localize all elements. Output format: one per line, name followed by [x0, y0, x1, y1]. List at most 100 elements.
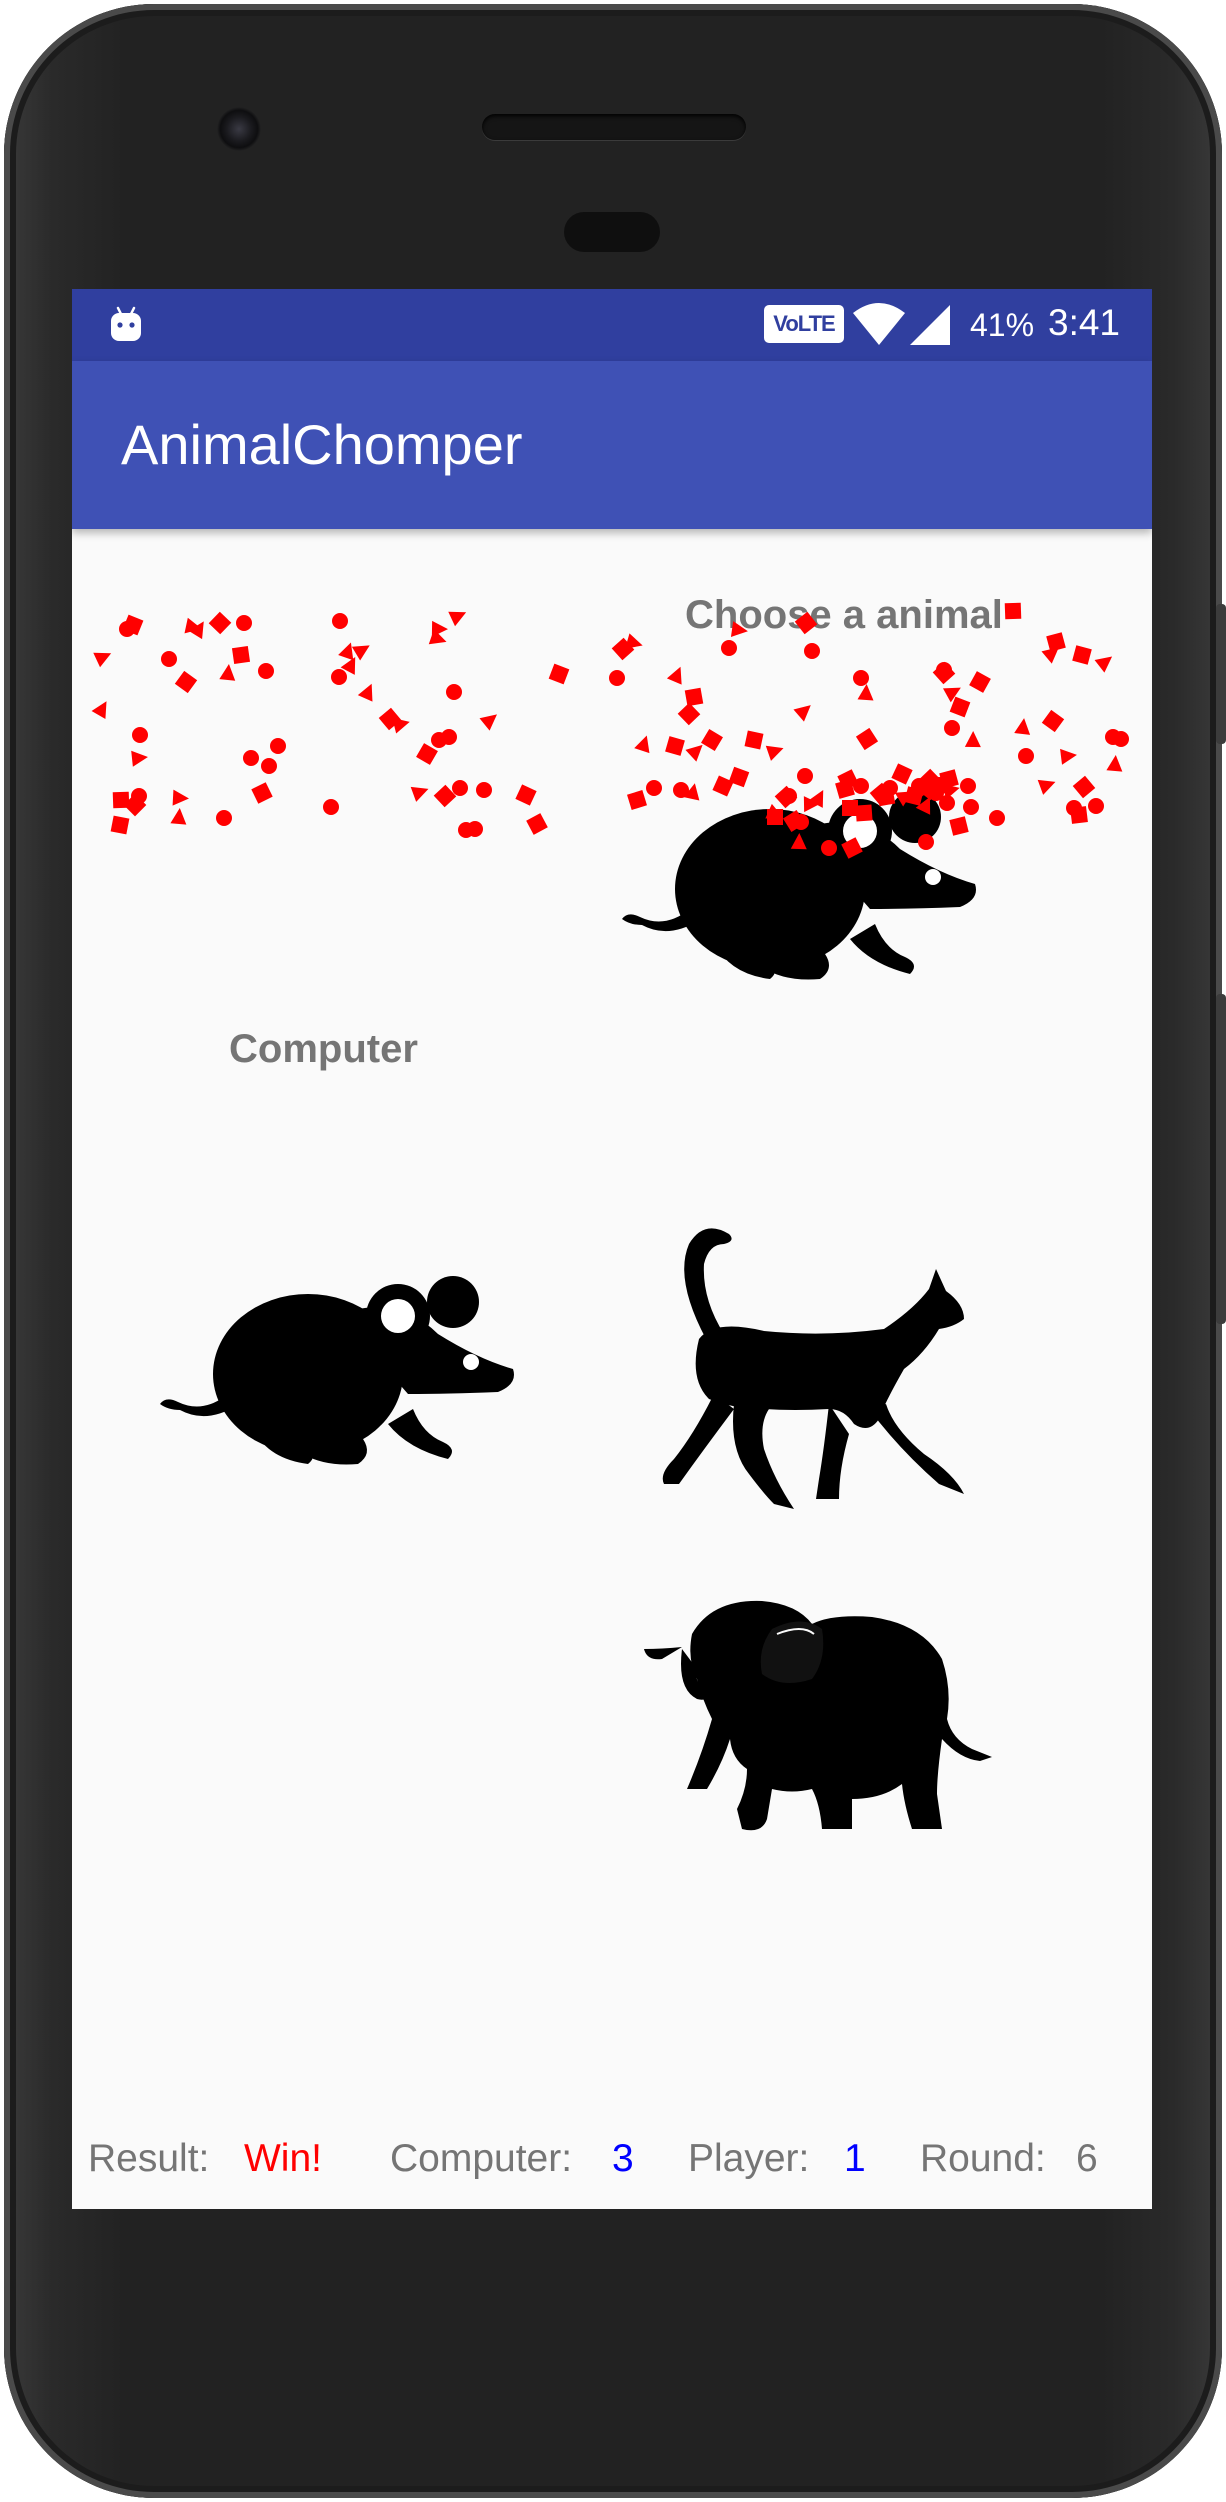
volte-icon: VoLTE — [764, 305, 844, 343]
confetti-piece — [251, 782, 273, 804]
confetti-piece — [548, 663, 570, 685]
cell-signal-icon — [910, 305, 950, 345]
confetti-piece — [1066, 800, 1082, 816]
confetti-piece — [744, 730, 764, 750]
confetti-piece — [701, 729, 723, 751]
confetti-piece — [1072, 775, 1096, 799]
confetti-piece — [446, 684, 462, 700]
confetti-piece — [448, 611, 467, 627]
confetti-piece — [857, 684, 874, 701]
computer-score-value: 3 — [612, 2137, 634, 2180]
game-area: Choose a animal Computer Result: Win! Co… — [72, 529, 1152, 2209]
confetti-piece — [431, 732, 447, 748]
confetti-piece — [936, 662, 952, 678]
confetti-piece — [989, 810, 1005, 826]
confetti-piece — [625, 633, 643, 649]
confetti-piece — [357, 683, 373, 702]
confetti-piece — [1041, 647, 1059, 664]
computer-score-label: Computer: — [390, 2137, 573, 2180]
confetti-piece — [131, 750, 148, 767]
round-label: Round: — [920, 2137, 1046, 2180]
phone-screen: VoLTE 41% 3:41 AnimalChomper Choose a an… — [72, 289, 1152, 2209]
proximity-sensor — [564, 212, 660, 252]
confetti-piece — [853, 670, 869, 686]
confetti-piece — [765, 745, 784, 761]
confetti-piece — [270, 738, 286, 754]
android-debug-icon — [111, 306, 141, 341]
confetti-piece — [216, 810, 232, 826]
wifi-icon — [853, 303, 905, 345]
confetti-piece — [258, 663, 274, 679]
confetti-piece — [1037, 779, 1056, 795]
confetti-piece — [476, 782, 492, 798]
confetti-piece — [1088, 798, 1104, 814]
confetti-piece — [123, 793, 147, 817]
confetti-piece — [392, 717, 410, 734]
confetti-piece — [634, 735, 650, 754]
confetti-piece — [243, 750, 259, 766]
confetti-piece — [170, 808, 187, 825]
confetti-piece — [112, 791, 130, 809]
confetti-piece — [172, 789, 189, 806]
result-label: Result: — [88, 2137, 210, 2180]
confetti-piece — [855, 727, 879, 751]
confetti-piece — [611, 637, 635, 661]
confetti-piece — [416, 743, 438, 765]
confetti-piece — [1106, 755, 1123, 772]
confetti-piece — [122, 614, 144, 636]
confetti-piece — [666, 666, 682, 685]
player-score-label: Player: — [688, 2137, 810, 2180]
confetti-piece — [1046, 632, 1066, 652]
confetti-piece — [665, 736, 685, 756]
choose-animal-heading: Choose a animal — [685, 593, 1003, 637]
confetti-piece — [1041, 709, 1065, 733]
confetti-piece — [219, 664, 236, 681]
confetti-piece — [161, 651, 177, 667]
confetti-piece — [93, 652, 112, 668]
round-value: 6 — [1076, 2137, 1098, 2180]
confetti-piece — [515, 784, 537, 806]
confetti-piece — [1094, 656, 1113, 673]
computer-choice-mouse-icon — [160, 1276, 514, 1465]
confetti-piece — [331, 669, 347, 685]
elephant-option-icon[interactable] — [642, 1589, 1012, 1839]
player-score-value: 1 — [844, 2137, 866, 2180]
result-value: Win! — [244, 2137, 322, 2180]
confetti-piece — [479, 714, 497, 731]
confetti-piece — [1113, 731, 1129, 747]
confetti-piece — [932, 661, 956, 685]
confetti-piece — [323, 799, 339, 815]
app-toolbar: AnimalChomper — [72, 361, 1152, 529]
confetti-piece — [1060, 748, 1077, 765]
confetti-piece — [91, 701, 107, 720]
confetti-piece — [340, 657, 356, 675]
battery-percentage: 41% — [970, 307, 1035, 343]
earpiece-speaker — [482, 114, 746, 140]
confetti-piece — [677, 702, 701, 726]
confetti-piece — [441, 729, 457, 745]
confetti-piece — [208, 611, 232, 635]
confetti-piece — [231, 645, 251, 665]
confetti-piece — [332, 613, 348, 629]
confetti-piece — [969, 671, 991, 693]
confetti-piece — [184, 617, 202, 634]
front-camera — [217, 107, 261, 151]
confetti-piece — [428, 629, 447, 645]
confetti-piece — [1018, 748, 1034, 764]
confetti-piece — [609, 670, 625, 686]
confetti-piece — [188, 621, 204, 640]
status-clock: 3:41 — [1048, 302, 1121, 343]
phone-frame: VoLTE 41% 3:41 AnimalChomper Choose a an… — [4, 4, 1226, 2498]
confetti-piece — [942, 687, 961, 703]
confetti-piece — [1105, 729, 1121, 745]
player-choice-mouse-icon[interactable] — [620, 759, 990, 989]
cat-option-icon[interactable] — [654, 1219, 974, 1524]
app-title: AnimalChomper — [121, 413, 523, 476]
confetti-piece — [458, 822, 474, 838]
confetti-piece — [1072, 645, 1092, 665]
confetti-piece — [721, 640, 737, 656]
confetti-piece — [452, 780, 468, 796]
volume-button — [1216, 994, 1226, 1324]
status-bar: VoLTE 41% 3:41 — [72, 289, 1152, 361]
confetti-piece — [964, 731, 981, 748]
